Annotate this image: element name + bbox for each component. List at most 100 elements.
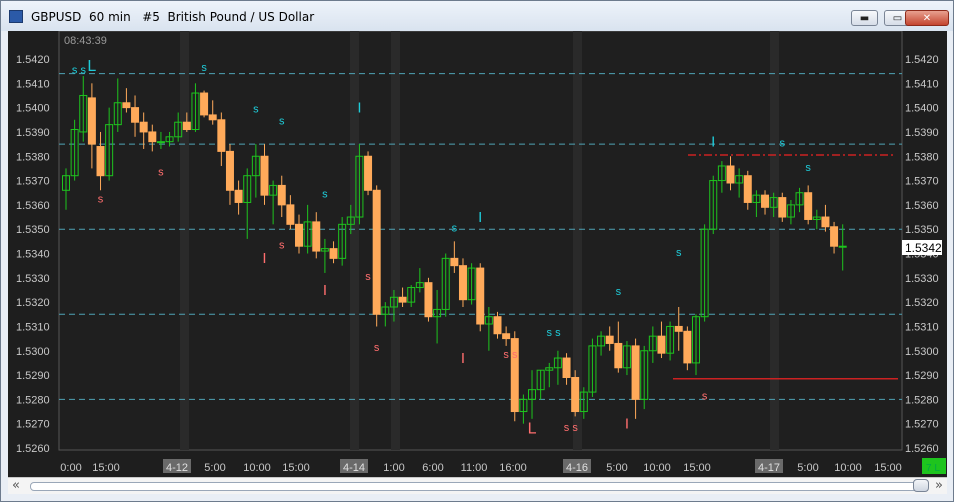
minimize-button[interactable]: ▬ [851, 10, 878, 26]
candle-59 [571, 370, 580, 417]
y-tick-left: 1.5330 [16, 273, 50, 285]
clock-timestamp: 08:43:39 [64, 35, 107, 47]
signal-marker: s [253, 103, 259, 115]
candle-body [364, 155, 373, 191]
y-tick-left: 1.5300 [16, 346, 50, 358]
y-tick-left: 1.5340 [16, 249, 50, 261]
y-tick-right: 1.5410 [905, 78, 939, 90]
candle-48 [476, 263, 485, 332]
candle-body [87, 97, 96, 145]
signal-marker: s [279, 240, 285, 252]
candle-body [778, 197, 787, 218]
candle-42 [424, 277, 433, 322]
signal-marker: s [374, 342, 380, 354]
day-band-1 [350, 31, 359, 450]
candle-body [605, 335, 614, 344]
signal-marker: s [572, 422, 578, 434]
signal-marker: I [461, 350, 465, 367]
y-tick-right: 1.5390 [905, 127, 939, 139]
x-tick: 4-16 [566, 462, 588, 474]
signal-marker: s [158, 167, 164, 179]
signal-marker: s [780, 138, 786, 150]
day-band-2 [391, 31, 400, 450]
day-band-4 [770, 31, 779, 450]
candle-body [286, 204, 295, 225]
price-chart[interactable]: s s LssssIssIsIsssIIs sLs ss ssIssI ss 1.54201… [8, 31, 947, 477]
candle-body [312, 221, 321, 252]
y-tick-right: 1.5380 [905, 151, 939, 163]
x-tick: 5:00 [204, 462, 225, 474]
y-axis-left: 1.5420 1.5410 1.5400 1.5390 1.5380 1.5370 1.53… [16, 54, 50, 455]
signal-marker: s [72, 65, 78, 77]
y-tick-right: 1.5330 [905, 273, 939, 285]
y-tick-left: 1.5310 [16, 321, 50, 333]
x-tick: 0:00 [60, 462, 81, 474]
scroll-right-icon[interactable]: » [935, 478, 943, 493]
y-tick-left: 1.5320 [16, 297, 50, 309]
candle-body [450, 257, 459, 267]
y-tick-left: 1.5350 [16, 224, 50, 236]
candle-body [122, 102, 131, 109]
scroll-thumb[interactable] [913, 479, 929, 492]
y-tick-left: 1.5370 [16, 176, 50, 188]
signal-marker: s [676, 247, 682, 259]
candle-body [761, 194, 770, 208]
y-tick-right: 1.5400 [905, 103, 939, 115]
signal-marker: I [625, 416, 629, 433]
signal-marker: s [547, 327, 553, 339]
signal-marker: s [616, 286, 622, 298]
x-tick: 10:00 [243, 462, 271, 474]
candle-body [131, 107, 140, 123]
y-tick-left: 1.5290 [16, 370, 50, 382]
y-tick-right: 1.5280 [905, 394, 939, 406]
x-tick: 4-14 [343, 462, 365, 474]
scroll-left-icon[interactable]: « [12, 478, 20, 493]
x-tick: 5:00 [606, 462, 627, 474]
day-band-0 [180, 31, 189, 450]
scroll-track[interactable] [30, 482, 928, 491]
x-tick: 10:00 [834, 462, 862, 474]
signal-marker: s [365, 271, 371, 283]
x-tick: 15:00 [874, 462, 902, 474]
candle-35 [364, 151, 373, 196]
candle-body [830, 226, 839, 247]
x-tick: 10:00 [643, 462, 671, 474]
candle-body [743, 175, 752, 203]
candle-body [726, 165, 735, 184]
x-tick: 15:00 [92, 462, 120, 474]
signal-marker: L [87, 58, 96, 75]
signal-marker: s [81, 65, 87, 77]
y-tick-right: 1.5310 [905, 321, 939, 333]
y-tick-left: 1.5380 [16, 151, 50, 163]
x-tick: 15:00 [683, 462, 711, 474]
close-button[interactable]: ✕ [905, 10, 949, 26]
y-tick-right: 1.5360 [905, 200, 939, 212]
title-bar[interactable]: GBPUSD 60 min #5 British Pound / US Doll… [1, 1, 953, 31]
candle-body [208, 114, 217, 121]
signal-marker: s [564, 422, 570, 434]
candle-body [804, 192, 813, 220]
signal-marker: s [503, 349, 509, 361]
horizontal-scrollbar[interactable]: « » [8, 477, 947, 494]
candle-body [372, 189, 381, 315]
x-tick: 11:00 [461, 462, 488, 474]
y-tick-right: 1.5420 [905, 54, 939, 66]
y-tick-right: 1.5260 [905, 443, 939, 455]
signal-marker: I [357, 99, 361, 116]
corner-badge-label: 7 L [926, 463, 940, 474]
y-tick-left: 1.5280 [16, 394, 50, 406]
y-tick-left: 1.5270 [16, 419, 50, 431]
x-tick: 5:00 [797, 462, 818, 474]
x-tick: 16:00 [499, 462, 527, 474]
signal-marker: s [452, 223, 458, 235]
x-tick: 6:00 [422, 462, 443, 474]
signal-marker: s [702, 390, 708, 402]
candle-body [683, 330, 692, 364]
candle-body [571, 376, 580, 413]
signal-marker: s [279, 116, 285, 128]
candle-body [182, 121, 191, 131]
signal-marker: I [323, 282, 327, 299]
candle-body [96, 146, 105, 177]
y-tick-left: 1.5260 [16, 443, 50, 455]
candle-body [674, 325, 683, 332]
